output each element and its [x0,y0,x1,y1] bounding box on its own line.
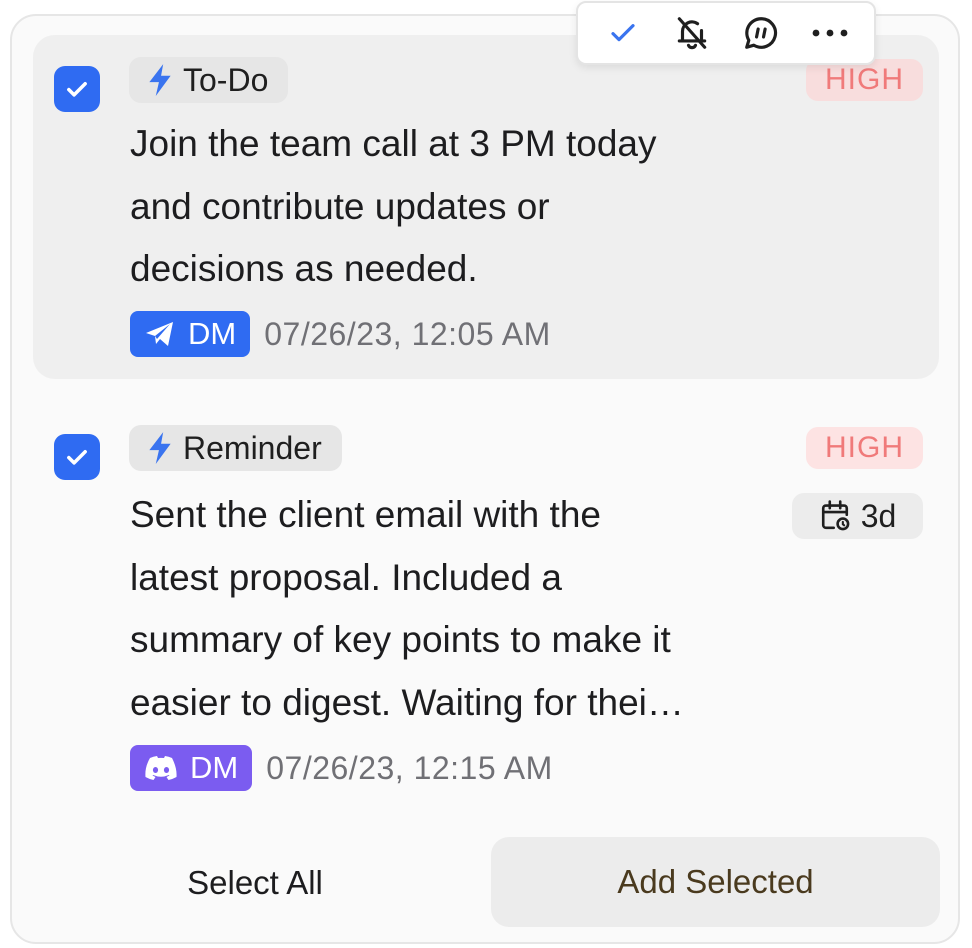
more-icon [812,29,847,37]
task-type-label: To-Do [183,61,269,98]
due-label: 3d [860,497,897,534]
priority-label: HIGH [825,63,904,96]
item-actions-toolbar [576,1,876,65]
check-icon [610,24,635,42]
source-label: DM [188,316,237,351]
lightning-icon [149,64,171,96]
timestamp: 07/26/23, 12:15 AM [266,749,553,786]
task-type-tag: To-Do [129,57,289,103]
priority-label: HIGH [825,431,904,464]
select-all-label: Select All [187,864,323,901]
task-type-tag: Reminder [129,425,342,471]
task-meta: DM 07/26/23, 12:05 AM [130,311,551,357]
mark-done-button[interactable] [595,8,651,58]
task-description: Join the team call at 3 PM today and con… [130,113,657,301]
discord-icon [145,756,177,780]
bell-off-icon [677,17,706,50]
description-line: summary of key points to make it [130,619,671,660]
source-badge[interactable]: DM [130,745,253,791]
description-line: Join the team call at 3 PM today [130,123,657,164]
due-badge[interactable]: 3d [792,493,923,539]
priority-badge: HIGH [806,59,923,101]
chat-bubble-icon [744,17,777,49]
task-type-label: Reminder [183,429,322,466]
task-checkbox[interactable] [54,66,100,112]
source-badge[interactable]: DM [130,311,251,357]
comment-button[interactable] [733,8,789,58]
add-selected-button[interactable]: Add Selected [491,837,940,927]
description-line: and contribute updates or [130,185,550,227]
description-line: Sent the client email with the [130,494,601,535]
priority-badge: HIGH [806,427,923,469]
add-selected-label: Add Selected [617,863,814,900]
task-description: Sent the client email with the latest pr… [130,484,684,734]
description-line: easier to digest. Waiting for thei… [130,681,684,723]
select-all-button[interactable]: Select All [160,858,350,908]
calendar-clock-icon [821,500,850,531]
task-checkbox[interactable] [54,434,100,480]
more-options-button[interactable] [802,8,858,58]
source-label: DM [190,750,239,785]
telegram-icon [146,322,173,346]
check-icon [67,82,87,97]
description-line: decisions as needed. [130,248,478,289]
mute-button[interactable] [664,8,720,58]
lightning-icon [149,432,171,464]
description-line: latest proposal. Included a [130,556,562,598]
check-icon [67,450,87,465]
timestamp: 07/26/23, 12:05 AM [264,315,551,352]
task-meta: DM 07/26/23, 12:15 AM [130,745,553,791]
